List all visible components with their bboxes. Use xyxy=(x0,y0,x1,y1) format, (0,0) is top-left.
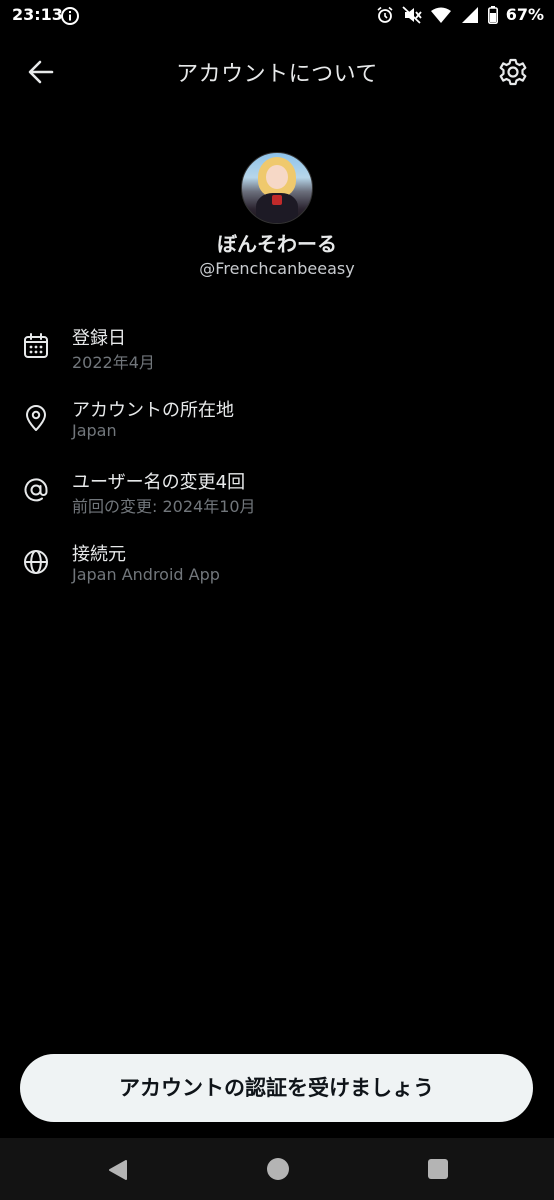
system-navigation-bar xyxy=(0,1138,554,1200)
profile-header: ぼんそわーる @Frenchcanbeeasy xyxy=(0,152,554,278)
location-pin-icon xyxy=(26,405,46,431)
avatar[interactable] xyxy=(241,152,313,224)
user-handle: @Frenchcanbeeasy xyxy=(199,259,355,278)
info-label: 登録日 xyxy=(72,328,126,349)
info-label: ユーザー名の変更4回 xyxy=(72,472,246,493)
status-icons: 67% xyxy=(376,5,544,24)
top-app-bar: アカウントについて xyxy=(0,40,554,104)
info-icon xyxy=(60,6,80,30)
status-bar: 23:13 67% xyxy=(0,0,554,32)
nav-home-icon[interactable] xyxy=(267,1158,289,1180)
list-item-connected-via: 接続元 Japan Android App xyxy=(0,538,554,598)
at-sign-icon xyxy=(24,478,48,502)
globe-icon xyxy=(24,550,48,574)
nav-recents-icon[interactable] xyxy=(428,1159,448,1179)
settings-button[interactable] xyxy=(496,54,530,90)
calendar-icon xyxy=(24,333,48,358)
alarm-icon xyxy=(376,6,394,24)
info-value: 2022年4月 xyxy=(72,353,155,372)
info-label: 接続元 xyxy=(72,544,126,565)
info-label: アカウントの所在地 xyxy=(72,400,234,421)
battery-percent: 67% xyxy=(505,5,544,24)
status-time: 23:13 xyxy=(12,5,63,24)
vibrate-off-icon xyxy=(402,5,422,24)
info-value: 前回の変更: 2024年10月 xyxy=(72,497,256,516)
nav-back-icon[interactable] xyxy=(106,1158,130,1182)
display-name: ぼんそわーる xyxy=(217,232,337,256)
list-item-account-location: アカウントの所在地 Japan xyxy=(0,394,554,454)
list-item-username-changes: ユーザー名の変更4回 前回の変更: 2024年10月 xyxy=(0,466,554,526)
info-value: Japan Android App xyxy=(72,565,220,584)
gear-icon xyxy=(499,58,527,86)
signal-icon xyxy=(460,6,480,23)
page-title: アカウントについて xyxy=(176,62,378,87)
list-item-registration-date: 登録日 2022年4月 xyxy=(0,322,554,382)
get-verified-button[interactable]: アカウントの認証を受けましょう xyxy=(20,1054,533,1122)
battery-icon xyxy=(487,5,498,24)
info-value: Japan xyxy=(72,421,117,440)
wifi-icon xyxy=(430,7,452,23)
